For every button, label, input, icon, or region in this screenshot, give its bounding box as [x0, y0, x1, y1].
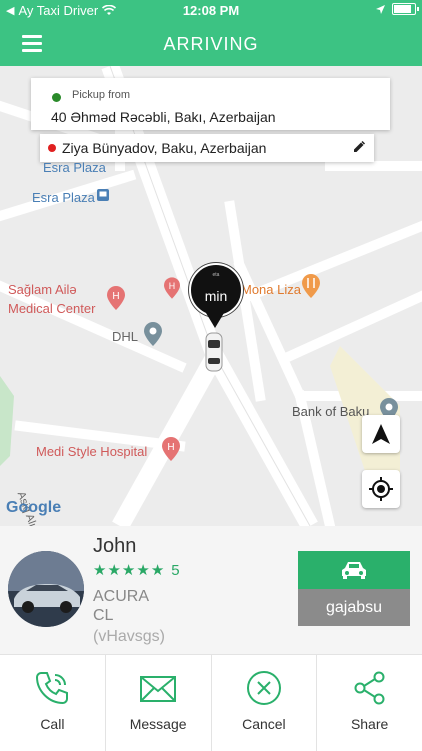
status-time: 12:08 PM [182, 3, 240, 18]
poi-dhl: DHL [112, 329, 139, 344]
map-view[interactable]: Pickup from 40 Əhməd Rəcəbli, Bakı, Azer… [0, 66, 422, 526]
svg-text:H: H [167, 442, 174, 453]
star-icon: ★ [136, 562, 150, 579]
star-icon: ★ [150, 562, 165, 579]
cancel-label: Cancel [242, 716, 286, 732]
car-model: CL [93, 607, 114, 624]
poi-bank-of-baku: Bank of Baku [292, 404, 370, 419]
car-icon [342, 562, 366, 579]
vehicle-box: gajabsu [298, 551, 410, 626]
pickup-dot-icon [52, 93, 61, 102]
star-icon: ★ [93, 562, 107, 579]
driver-name: John [93, 535, 137, 557]
google-logo: Google [6, 499, 61, 517]
envelope-icon [140, 676, 177, 702]
eta-small-text: eta [212, 272, 220, 278]
car-make: ACURA [93, 588, 150, 605]
eta-pointer [203, 308, 227, 328]
svg-text:H: H [169, 281, 175, 291]
medi-hospital-pin-icon[interactable]: H [162, 437, 180, 461]
battery-icon [392, 3, 419, 15]
driver-car-photo [8, 551, 84, 627]
vehicle-type-badge [298, 551, 410, 589]
star-icon: ★ [121, 562, 136, 579]
cancel-icon [246, 671, 281, 705]
hospital-pin-icon[interactable]: H [107, 286, 125, 310]
navigation-arrow-icon [372, 424, 390, 444]
status-bar: ◀ Ay Taxi Driver 12:08 PM [0, 0, 422, 22]
share-label: Share [350, 716, 389, 732]
poi-medi-style: Medi Style Hospital [36, 444, 148, 459]
status-right [375, 3, 419, 15]
poi-esra-plaza-top: Esra Plaza [43, 160, 106, 175]
svg-text:H: H [112, 291, 119, 302]
transit-icon [97, 189, 109, 201]
google-attribution: Google [6, 499, 62, 516]
page-title: ARRIVING [163, 34, 259, 54]
pickup-label: Pickup from [72, 89, 131, 101]
car-id: (vHavsgs) [93, 628, 166, 645]
message-button[interactable]: Message [106, 655, 212, 751]
share-button[interactable]: Share [317, 655, 422, 751]
call-button[interactable]: Call [0, 655, 106, 751]
dhl-pin-icon[interactable] [144, 322, 162, 346]
poi-saglam-line2: Medical Center [8, 301, 96, 316]
star-icon: ★ [107, 562, 121, 579]
edit-pencil-icon[interactable] [352, 140, 366, 154]
share-icon [354, 671, 385, 705]
navigate-button[interactable] [362, 415, 400, 453]
message-label: Message [129, 716, 187, 732]
action-bar: Call Message Cancel Share [0, 654, 422, 751]
pickup-card[interactable]: Pickup from 40 Əhməd Rəcəbli, Bakı, Azer… [31, 78, 390, 130]
poi-saglam-line1: Sağlam Ailə [8, 282, 77, 297]
eta-min-text: min [204, 288, 228, 304]
restaurant-pin-icon[interactable] [302, 274, 320, 298]
phone-icon [36, 672, 69, 705]
driver-rating: ★ ★ ★ ★ ★ 5 [93, 562, 180, 579]
pickup-address: 40 Əhməd Rəcəbli, Bakı, Azerbaijan [51, 109, 276, 125]
crosshair-icon [369, 477, 393, 501]
poi-esra-plaza: Esra Plaza [32, 190, 95, 205]
call-label: Call [40, 716, 65, 732]
dropoff-address: Ziya Bünyadov, Baku, Azerbaijan [62, 140, 267, 156]
dropoff-dot-icon [48, 144, 56, 152]
car-marker-icon [205, 332, 223, 372]
license-plate: gajabsu [298, 589, 410, 626]
hospital-pin-small-icon[interactable]: H [164, 277, 180, 299]
dropoff-card[interactable]: Ziya Bünyadov, Baku, Azerbaijan [40, 134, 374, 162]
location-arrow-icon [376, 4, 385, 14]
rating-value: 5 [171, 562, 180, 579]
poi-mona-liza: Mona Liza [241, 282, 301, 297]
cancel-button[interactable]: Cancel [212, 655, 318, 751]
app-bar: ARRIVING [0, 22, 422, 66]
my-location-button[interactable] [362, 470, 400, 508]
